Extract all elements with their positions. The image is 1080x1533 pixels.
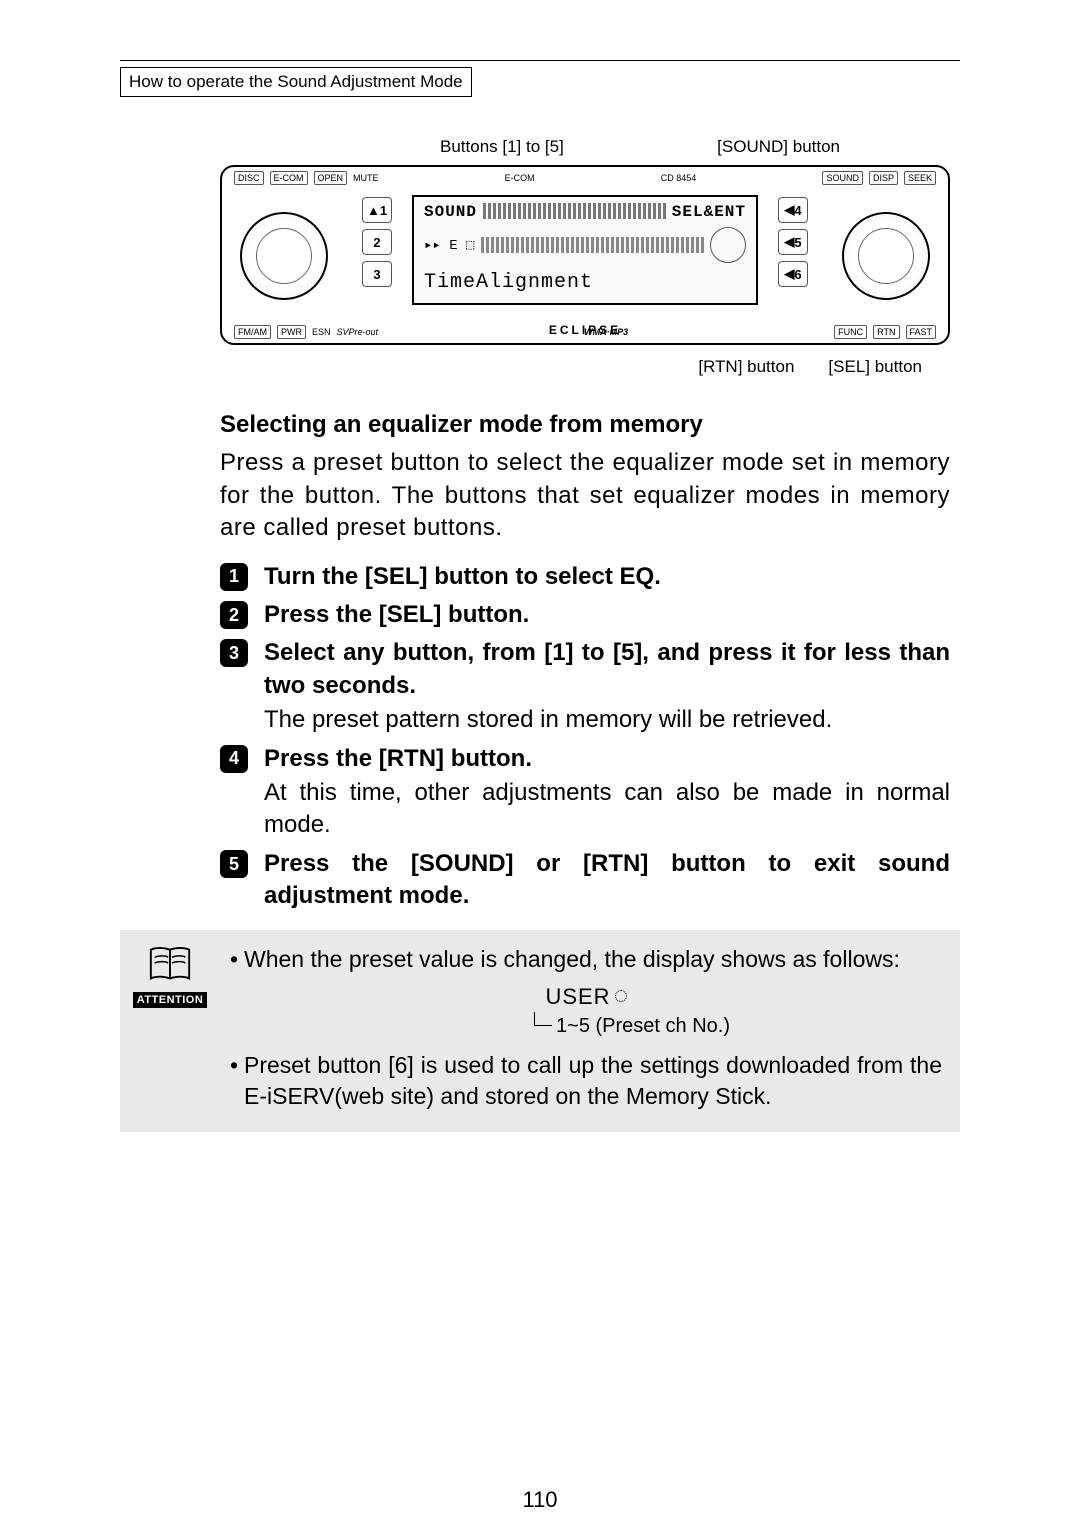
spectrum-icon (481, 237, 705, 253)
preset-circle-icon (615, 990, 627, 1002)
label-open: OPEN (314, 171, 348, 185)
right-knob (842, 212, 930, 300)
step-3: 3 Select any button, from [1] to [5], an… (220, 637, 950, 736)
preset-5: ◀ 5 (778, 229, 808, 255)
step-1: 1 Turn the [SEL] button to select EQ. (220, 561, 950, 593)
bullet-icon: • (230, 944, 244, 975)
preset-buttons-left: ▲ 1 2 3 (362, 197, 392, 287)
step-note: The preset pattern stored in memory will… (264, 704, 950, 736)
callout-rtn-button: [RTN] button (698, 357, 794, 377)
section-title: Selecting an equalizer mode from memory (220, 409, 950, 441)
label-mute: MUTE (353, 173, 379, 183)
label-seek: SEEK (904, 171, 936, 185)
top-labels: DISC E-COM OPEN MUTE E-COM CD 8454 SOUND… (234, 171, 936, 185)
page-number: 110 (522, 1487, 557, 1513)
callout-sel-button: [SEL] button (828, 357, 922, 377)
brand-eclipse: ECLIPSE (549, 323, 621, 337)
manual-page: How to operate the Sound Adjustment Mode… (120, 60, 960, 1493)
label-rtn: RTN (873, 325, 899, 339)
label-brand-small: E-COM (505, 173, 535, 183)
bullet-icon: • (230, 1050, 244, 1112)
preset-3: 3 (362, 261, 392, 287)
label-pwr: PWR (277, 325, 306, 339)
step-number-icon: 3 (220, 639, 248, 667)
step-number-icon: 2 (220, 601, 248, 629)
attention-line-1: When the preset value is changed, the di… (244, 944, 942, 975)
preset-4: ◀ 4 (778, 197, 808, 223)
step-2: 2 Press the [SEL] button. (220, 599, 950, 631)
display-main-text: TimeAlignment (424, 271, 746, 294)
preset-buttons-right: ◀ 4 ◀ 5 ◀ 6 (778, 197, 808, 287)
preset-1: ▲ 1 (362, 197, 392, 223)
stereo-display: SOUND SEL&ENT ▸▸ E ⬚ TimeAlignment (412, 195, 758, 305)
label-model: CD 8454 (661, 173, 697, 183)
attention-line-2: Preset button [6] is used to call up the… (244, 1050, 942, 1112)
attention-block: ATTENTION • When the preset value is cha… (120, 930, 960, 1132)
dial-icon (710, 227, 746, 263)
book-icon (147, 942, 193, 988)
label-ecom: E-COM (270, 171, 308, 185)
stereo-diagram: Buttons [1] to [5] [SOUND] button DISC E… (220, 137, 950, 377)
intro-paragraph: Press a preset button to select the equa… (220, 447, 950, 544)
label-fast: FAST (906, 325, 937, 339)
step-4: 4 Press the [RTN] button. At this time, … (220, 743, 950, 842)
display-bars-icon (483, 203, 666, 219)
step-text: Turn the [SEL] button to select EQ. (264, 563, 661, 590)
step-text: Press the [SEL] button. (264, 601, 529, 628)
step-number-icon: 4 (220, 745, 248, 773)
step-number-icon: 5 (220, 850, 248, 878)
preset-6: ◀ 6 (778, 261, 808, 287)
step-text: Press the [RTN] button. (264, 745, 532, 772)
step-note: At this time, other adjustments can also… (264, 777, 950, 842)
callout-buttons-1-5: Buttons [1] to [5] (440, 137, 564, 157)
user-display-example: USER (230, 982, 942, 1012)
label-fm-am: FM/AM (234, 325, 271, 339)
label-func: FUNC (834, 325, 867, 339)
attention-label: ATTENTION (133, 992, 208, 1008)
left-knob (240, 212, 328, 300)
attention-body: • When the preset value is changed, the … (220, 930, 960, 1132)
step-5: 5 Press the [SOUND] or [RTN] button to e… (220, 848, 950, 913)
preset-2: 2 (362, 229, 392, 255)
steps-list: 1 Turn the [SEL] button to select EQ. 2 … (220, 561, 950, 913)
label-disc: DISC (234, 171, 264, 185)
label-sound: SOUND (822, 171, 863, 185)
arrow-icon (534, 1012, 552, 1026)
body-content: Selecting an equalizer mode from memory … (220, 409, 950, 912)
label-esn: ESN (312, 327, 331, 337)
attention-side: ATTENTION (120, 930, 220, 1132)
user-caption: 1~5 (Preset ch No.) (276, 1013, 988, 1040)
callout-sound-button: [SOUND] button (717, 137, 840, 157)
step-text: Press the [SOUND] or [RTN] button to exi… (264, 850, 950, 909)
step-text: Select any button, from [1] to [5], and … (264, 639, 950, 698)
label-disp: DISP (869, 171, 898, 185)
stereo-faceplate: DISC E-COM OPEN MUTE E-COM CD 8454 SOUND… (220, 165, 950, 345)
play-icon: ▸▸ E ⬚ (424, 237, 475, 254)
display-label-sound: SOUND (424, 203, 477, 221)
badge-svpreout: SVPre-out (337, 327, 379, 337)
step-number-icon: 1 (220, 563, 248, 591)
breadcrumb: How to operate the Sound Adjustment Mode (120, 67, 472, 97)
display-label-selent: SEL&ENT (672, 203, 746, 221)
